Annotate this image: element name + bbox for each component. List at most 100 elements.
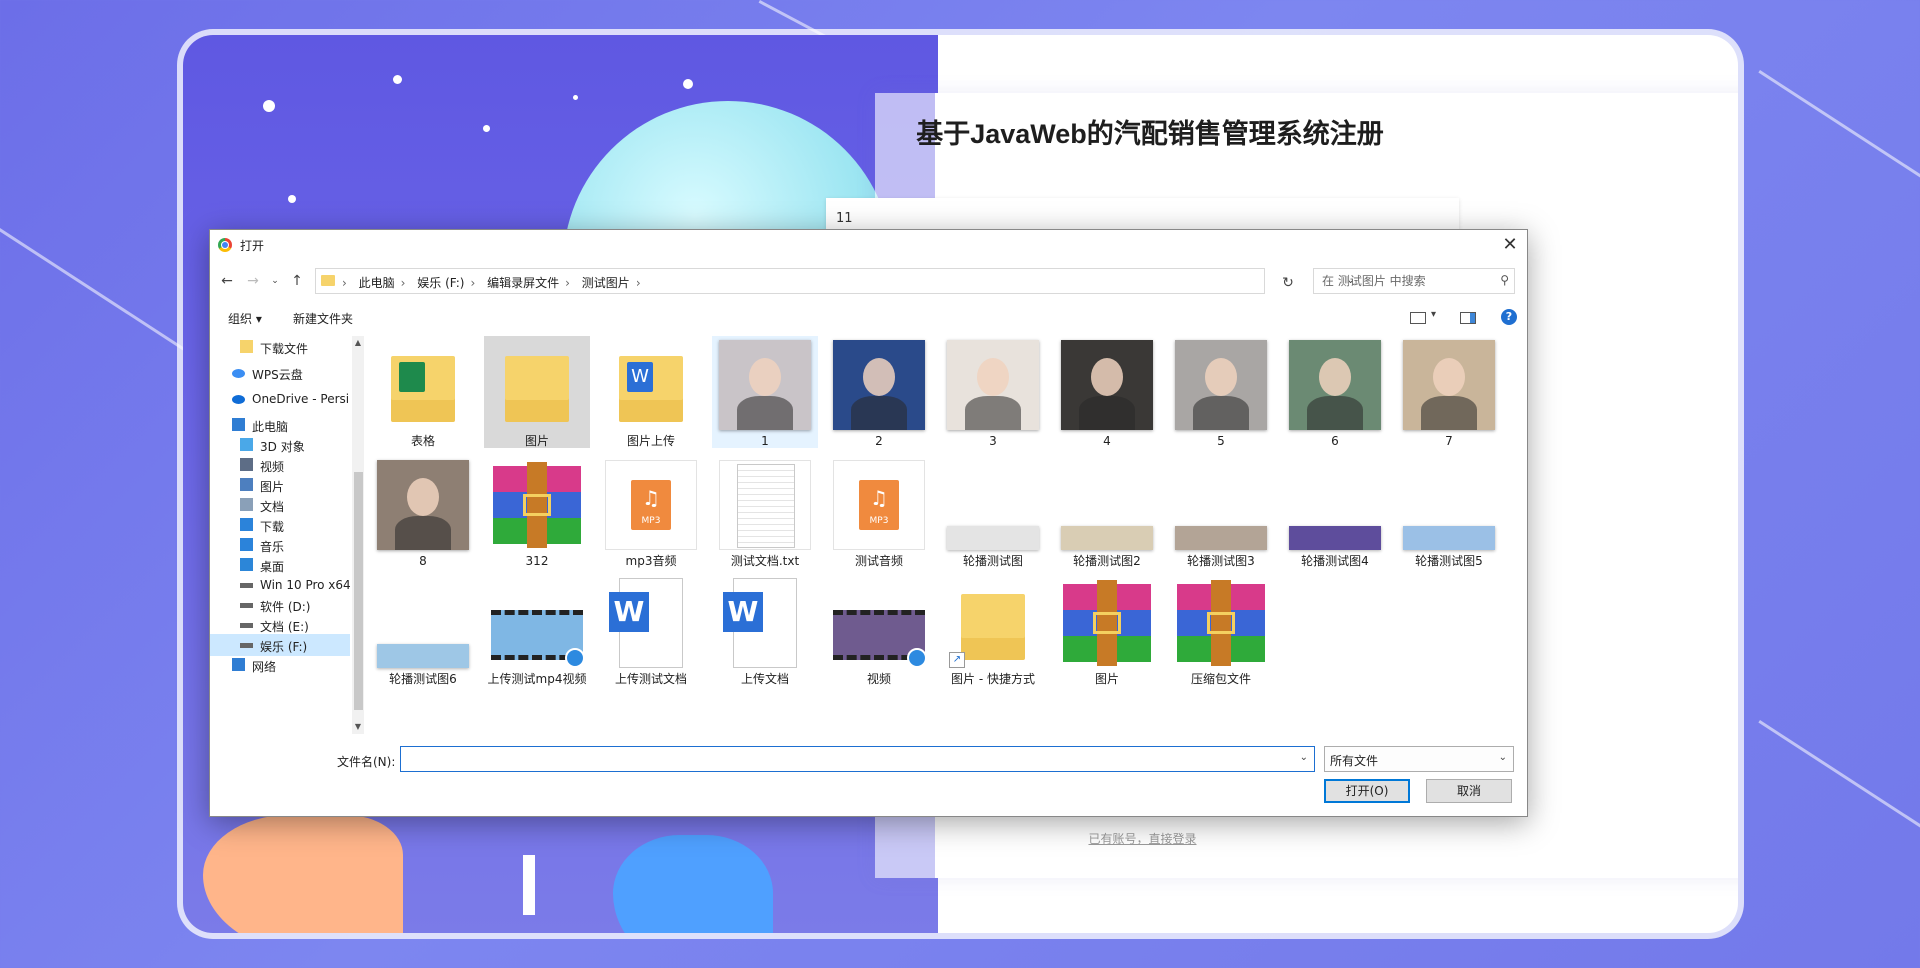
- forward-button[interactable]: →: [242, 270, 264, 292]
- close-button[interactable]: ✕: [1493, 230, 1527, 260]
- sidebar-item[interactable]: WPS云盘: [210, 362, 350, 384]
- file-name: 轮播测试图5: [1415, 554, 1483, 568]
- file-item[interactable]: 7: [1396, 336, 1502, 448]
- scroll-down-icon[interactable]: ▼: [352, 722, 364, 731]
- file-item[interactable]: 轮播测试图4: [1282, 456, 1388, 568]
- leaf-shape: [203, 815, 403, 933]
- image-thumbnail: [1403, 340, 1495, 430]
- search-box[interactable]: ⚲: [1313, 268, 1515, 294]
- chevron-down-icon[interactable]: ▾: [1431, 309, 1436, 320]
- drive-icon: [240, 643, 253, 648]
- image-thumbnail: [947, 340, 1039, 430]
- recent-locations-button[interactable]: ⌄: [264, 270, 286, 292]
- open-button[interactable]: 打开(O): [1324, 779, 1410, 803]
- scrollbar-thumb[interactable]: [354, 472, 363, 710]
- sidebar-item-label: 文档 (E:): [260, 620, 309, 634]
- cancel-button[interactable]: 取消: [1426, 779, 1512, 803]
- chevron-down-icon[interactable]: ⌄: [1300, 752, 1308, 763]
- road-marking: [523, 855, 535, 915]
- video-file-icon: [833, 578, 927, 668]
- help-icon[interactable]: ?: [1501, 309, 1517, 325]
- sidebar-item[interactable]: 视频: [210, 454, 350, 476]
- file-item[interactable]: 表格: [370, 336, 476, 448]
- file-item[interactable]: 轮播测试图: [940, 456, 1046, 568]
- file-item[interactable]: ♫ MP3 测试音频: [826, 456, 932, 568]
- file-name: 图片: [1094, 672, 1119, 686]
- file-item[interactable]: ♫ MP3 mp3音频: [598, 456, 704, 568]
- file-item[interactable]: 轮播测试图5: [1396, 456, 1502, 568]
- file-name: 312: [525, 554, 549, 568]
- image-thumbnail: [947, 460, 1039, 550]
- file-name: 1: [761, 434, 769, 448]
- file-item[interactable]: 3: [940, 336, 1046, 448]
- music-icon: [240, 538, 253, 551]
- file-item[interactable]: W 上传测试文档: [598, 574, 704, 686]
- background-line: [1758, 70, 1920, 198]
- file-type-select[interactable]: 所有文件 ⌄: [1324, 746, 1514, 772]
- file-item[interactable]: 312: [484, 456, 590, 568]
- sidebar-item[interactable]: 下载文件: [210, 336, 350, 358]
- view-options-icon[interactable]: [1410, 312, 1426, 324]
- file-item[interactable]: 2: [826, 336, 932, 448]
- breadcrumb-item[interactable]: 娱乐 (F:): [417, 276, 464, 290]
- file-item[interactable]: W 图片上传: [598, 336, 704, 448]
- file-item[interactable]: 上传测试mp4视频: [484, 574, 590, 686]
- back-button[interactable]: ←: [216, 270, 238, 292]
- image-thumbnail: [1061, 340, 1153, 430]
- breadcrumb-item[interactable]: 编辑录屏文件: [487, 276, 559, 290]
- preview-pane-icon[interactable]: [1460, 312, 1476, 324]
- sidebar-item-label: 下载文件: [260, 342, 309, 356]
- breadcrumb-item[interactable]: 测试图片: [582, 276, 630, 290]
- file-item[interactable]: 轮播测试图6: [370, 574, 476, 686]
- sidebar-item[interactable]: 软件 (D:): [210, 594, 350, 616]
- filename-input[interactable]: [405, 750, 1289, 766]
- folder-icon: ↗: [947, 578, 1039, 668]
- file-item[interactable]: 测试文档.txt: [712, 456, 818, 568]
- archive-icon: [1175, 578, 1267, 668]
- login-link[interactable]: 已有账号，直接登录: [826, 830, 1459, 847]
- sidebar-item[interactable]: 3D 对象: [210, 434, 350, 456]
- file-item[interactable]: 视频: [826, 574, 932, 686]
- sidebar-item[interactable]: 音乐: [210, 534, 350, 556]
- sidebar-item[interactable]: 桌面: [210, 554, 350, 576]
- sidebar-scrollbar[interactable]: ▲ ▼: [352, 336, 364, 734]
- file-item[interactable]: 轮播测试图2: [1054, 456, 1160, 568]
- cloud-icon: [232, 369, 245, 378]
- 3d-objects-icon: [240, 438, 253, 451]
- breadcrumb-item[interactable]: 此电脑: [359, 276, 395, 290]
- file-item[interactable]: 6: [1282, 336, 1388, 448]
- sidebar-item-label: 音乐: [260, 540, 285, 554]
- organize-button[interactable]: 组织 ▾: [228, 310, 262, 327]
- search-input[interactable]: [1320, 273, 1494, 289]
- address-bar[interactable]: › 此电脑 › 娱乐 (F:) › 编辑录屏文件 › 测试图片 › ⌄: [315, 268, 1355, 294]
- sidebar-item[interactable]: 娱乐 (F:): [210, 634, 350, 656]
- sidebar-item-label: 文档: [260, 500, 285, 514]
- file-item[interactable]: 1: [712, 336, 818, 448]
- sidebar-item[interactable]: 此电脑: [210, 414, 350, 436]
- refresh-button[interactable]: ↻: [1275, 270, 1301, 296]
- file-item[interactable]: 压缩包文件: [1168, 574, 1274, 686]
- breadcrumb-separator: ›: [342, 276, 347, 290]
- scroll-up-icon[interactable]: ▲: [352, 338, 364, 347]
- sidebar-item[interactable]: 网络: [210, 654, 350, 676]
- file-item[interactable]: W 上传文档: [712, 574, 818, 686]
- sidebar-item[interactable]: 文档: [210, 494, 350, 516]
- file-item[interactable]: 4: [1054, 336, 1160, 448]
- new-folder-button[interactable]: 新建文件夹: [293, 310, 353, 327]
- file-item[interactable]: 图片: [1054, 574, 1160, 686]
- sidebar-item[interactable]: Win 10 Pro x64: [210, 574, 350, 596]
- filename-label: 文件名(N):: [337, 755, 396, 769]
- sidebar-item[interactable]: 下载: [210, 514, 350, 536]
- pictures-icon: [240, 478, 253, 491]
- filename-combobox[interactable]: ⌄: [400, 746, 1315, 772]
- up-button[interactable]: ↑: [286, 270, 308, 292]
- sidebar-item[interactable]: OneDrive - Persi: [210, 388, 350, 410]
- sidebar-item[interactable]: 文档 (E:): [210, 614, 350, 636]
- sidebar-item[interactable]: 图片: [210, 474, 350, 496]
- file-item[interactable]: 图片: [484, 336, 590, 448]
- file-item[interactable]: ↗ 图片 - 快捷方式: [940, 574, 1046, 686]
- image-thumbnail: [1289, 460, 1381, 550]
- file-item[interactable]: 轮播测试图3: [1168, 456, 1274, 568]
- file-item[interactable]: 8: [370, 456, 476, 568]
- file-item[interactable]: 5: [1168, 336, 1274, 448]
